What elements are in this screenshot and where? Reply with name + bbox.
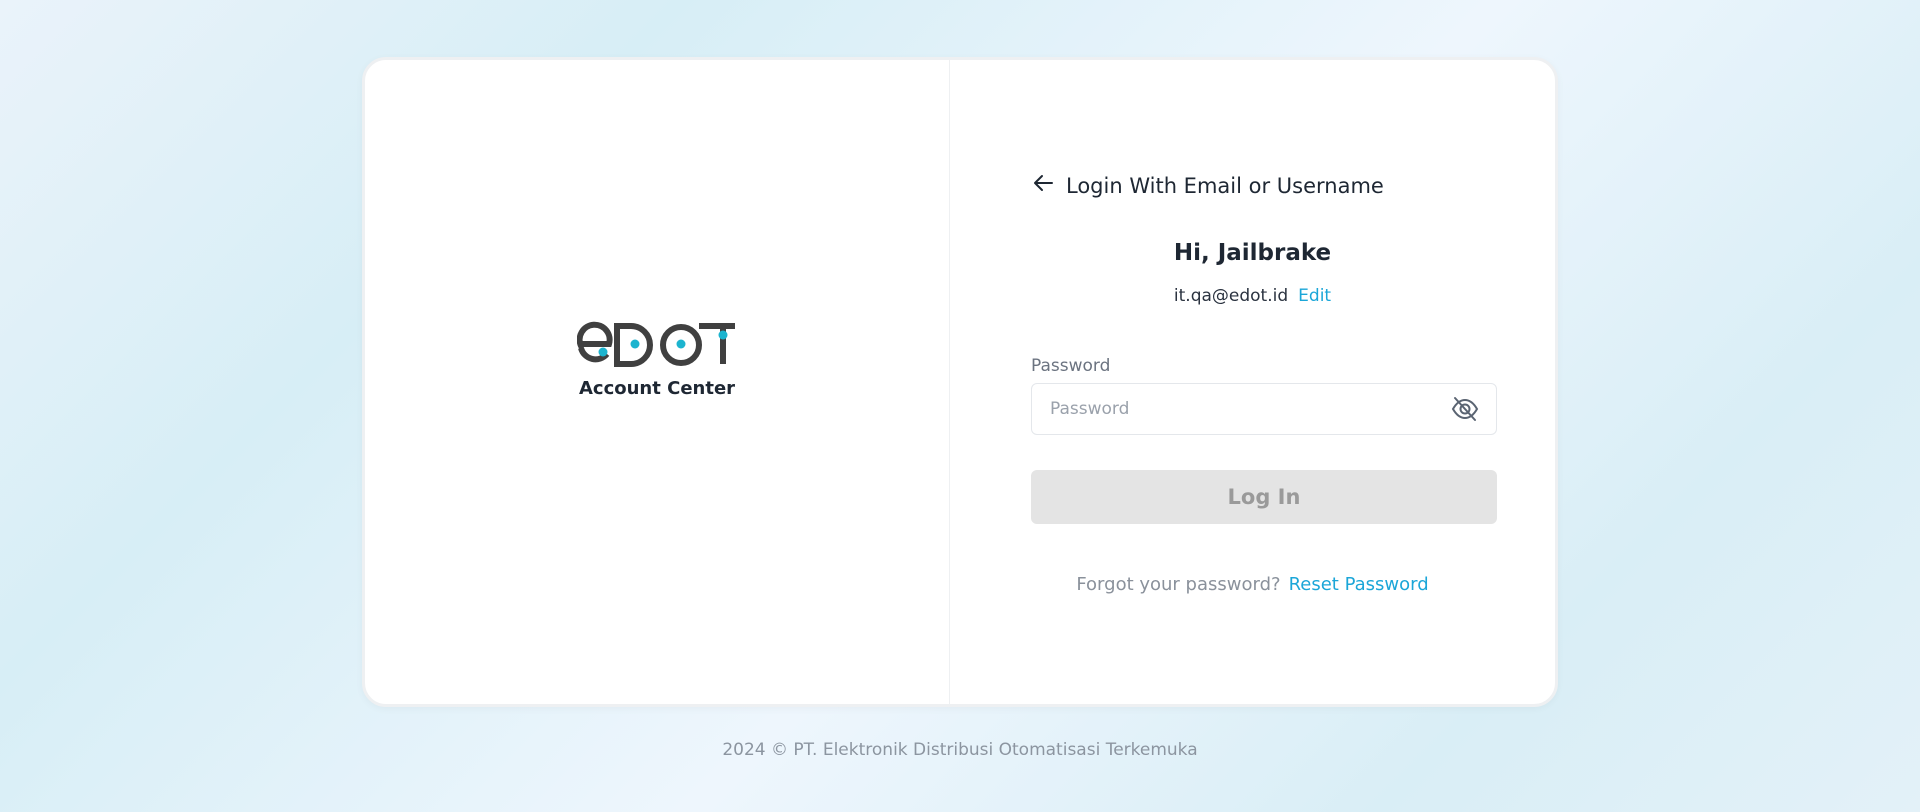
arrow-left-icon: [1030, 170, 1066, 201]
reset-password-link[interactable]: Reset Password: [1289, 574, 1429, 595]
account-center-label: Account Center: [578, 377, 736, 399]
footer-copyright: 2024 © PT. Elektronik Distribusi Otomati…: [722, 740, 1198, 760]
login-button[interactable]: Log In: [1031, 470, 1497, 524]
forgot-password-row: Forgot your password? Reset Password: [950, 574, 1555, 595]
eye-off-icon[interactable]: [1450, 394, 1480, 424]
brand-panel: Account Center: [365, 60, 950, 704]
greeting: Hi, Jailbrake: [1173, 240, 1332, 266]
back-label: Login With Email or Username: [1066, 173, 1384, 198]
login-card: Account Center Login With Email or Usern…: [362, 57, 1558, 707]
password-field: [1031, 383, 1497, 435]
account-email-row: it.qa@edot.id Edit: [950, 286, 1555, 306]
password-input[interactable]: [1032, 384, 1450, 434]
login-panel: Login With Email or Username Hi, Jailbra…: [950, 60, 1555, 704]
edot-logo: [577, 320, 737, 370]
password-label: Password: [1031, 356, 1111, 376]
forgot-password-text: Forgot your password?: [1076, 574, 1281, 595]
account-email: it.qa@edot.id: [1173, 286, 1289, 306]
edit-email-link[interactable]: Edit: [1298, 286, 1331, 306]
back-button[interactable]: Login With Email or Username: [1030, 170, 1384, 201]
